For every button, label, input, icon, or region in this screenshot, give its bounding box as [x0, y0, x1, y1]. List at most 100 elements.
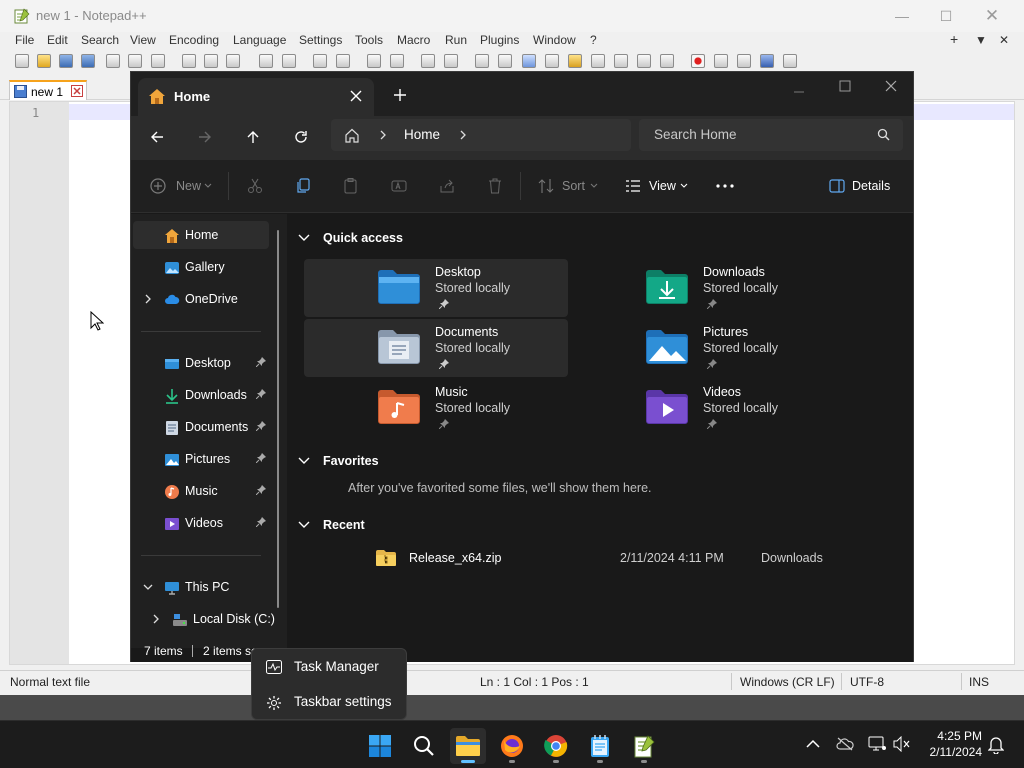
new-tab-plus-icon[interactable]: +: [950, 31, 958, 47]
toolbar-doc-map-icon[interactable]: [568, 54, 582, 68]
search-icon[interactable]: [877, 128, 890, 141]
pin-icon[interactable]: [439, 419, 449, 429]
toolbar-monitor-icon[interactable]: [660, 54, 674, 68]
toolbar-doc-list-icon[interactable]: [591, 54, 605, 68]
menu-language[interactable]: Language: [233, 33, 286, 47]
toolbar-run-macro-multi-icon[interactable]: [760, 54, 774, 68]
toolbar-stop-macro-icon[interactable]: [714, 54, 728, 68]
collapse-chevron-icon[interactable]: [143, 583, 153, 591]
search-box[interactable]: Search Home: [639, 119, 903, 151]
menu-encoding[interactable]: Encoding: [169, 33, 219, 47]
rename-icon[interactable]: [391, 178, 407, 194]
notepadpp-titlebar[interactable]: new 1 - Notepad++ — ☐ ✕: [0, 0, 1024, 32]
taskbar-notepad[interactable]: [582, 728, 618, 764]
pin-icon[interactable]: [439, 299, 449, 309]
menu-help[interactable]: ?: [590, 33, 597, 47]
toolbar-new-icon[interactable]: [15, 54, 29, 68]
quick-access-downloads[interactable]: Downloads Stored locally: [588, 259, 852, 317]
pin-icon[interactable]: [707, 419, 717, 429]
menu-edit[interactable]: Edit: [47, 33, 68, 47]
system-clock[interactable]: 4:25 PM 2/11/2024: [912, 728, 983, 760]
menu-search[interactable]: Search: [81, 33, 119, 47]
menu-file[interactable]: File: [15, 33, 34, 47]
show-hidden-icons-chevron-icon[interactable]: [806, 739, 820, 749]
toolbar-record-macro-icon[interactable]: [691, 54, 705, 68]
pin-icon[interactable]: [256, 517, 266, 527]
share-icon[interactable]: [439, 178, 455, 194]
nav-item-gallery[interactable]: Gallery: [133, 253, 269, 281]
breadcrumb-home[interactable]: Home: [404, 127, 440, 142]
taskbar-notepadpp[interactable]: [626, 728, 662, 764]
toolbar-close-icon[interactable]: [106, 54, 120, 68]
minimize-button[interactable]: [793, 86, 805, 98]
pin-icon[interactable]: [256, 485, 266, 495]
toolbar-open-icon[interactable]: [37, 54, 51, 68]
forward-arrow-icon[interactable]: [191, 125, 219, 149]
nav-scrollbar[interactable]: [277, 230, 279, 608]
tab-list-chevron-icon[interactable]: ▼: [975, 33, 987, 47]
close-button[interactable]: [885, 80, 897, 92]
toolbar-replace-icon[interactable]: [336, 54, 350, 68]
toolbar-func-list-icon[interactable]: [614, 54, 628, 68]
nav-item-videos[interactable]: Videos: [133, 509, 269, 537]
toolbar-udl-icon[interactable]: [545, 54, 559, 68]
toolbar-play-macro-icon[interactable]: [737, 54, 751, 68]
delete-icon[interactable]: [487, 178, 503, 194]
nav-item-home[interactable]: Home: [133, 221, 269, 249]
nav-item-downloads[interactable]: Downloads: [133, 381, 269, 409]
pin-icon[interactable]: [256, 453, 266, 463]
search-button[interactable]: [406, 728, 442, 764]
explorer-titlebar[interactable]: Home: [131, 72, 913, 116]
menu-plugins[interactable]: Plugins: [480, 33, 519, 47]
nav-item-documents[interactable]: Documents: [133, 413, 269, 441]
minimize-button[interactable]: —: [892, 6, 912, 26]
search-input[interactable]: Search Home: [654, 127, 737, 142]
pin-icon[interactable]: [256, 421, 266, 431]
menu-run[interactable]: Run: [445, 33, 467, 47]
nav-item-local-disk[interactable]: Local Disk (C:): [133, 605, 279, 633]
maximize-button[interactable]: ☐: [936, 6, 956, 26]
onedrive-offline-icon[interactable]: [836, 737, 854, 751]
taskbar-file-explorer[interactable]: [450, 728, 486, 764]
toolbar-wrap-icon[interactable]: [475, 54, 489, 68]
pin-icon[interactable]: [439, 359, 449, 369]
tab-new-1[interactable]: new 1: [9, 80, 87, 100]
address-bar[interactable]: Home: [331, 119, 631, 151]
toolbar-zoom-in-icon[interactable]: [367, 54, 381, 68]
toolbar-cut-icon[interactable]: [182, 54, 196, 68]
pin-icon[interactable]: [707, 359, 717, 369]
menu-item-task-manager[interactable]: Task Manager: [252, 650, 408, 684]
pin-icon[interactable]: [707, 299, 717, 309]
taskbar-firefox[interactable]: [494, 728, 530, 764]
nav-item-onedrive[interactable]: OneDrive: [133, 285, 269, 313]
menu-settings[interactable]: Settings: [299, 33, 342, 47]
toolbar-save-icon[interactable]: [59, 54, 73, 68]
quick-access-videos[interactable]: Videos Stored locally: [588, 379, 852, 437]
start-button[interactable]: [362, 728, 398, 764]
paste-icon[interactable]: [343, 178, 359, 194]
nav-item-pictures[interactable]: Pictures: [133, 445, 269, 473]
toolbar-redo-icon[interactable]: [282, 54, 296, 68]
quick-access-music[interactable]: Music Stored locally: [304, 379, 568, 437]
toolbar-sync-h-icon[interactable]: [444, 54, 458, 68]
explorer-tab-home[interactable]: Home: [138, 78, 374, 116]
menu-item-taskbar-settings[interactable]: Taskbar settings: [252, 685, 408, 719]
quick-access-documents[interactable]: Documents Stored locally: [304, 319, 568, 377]
breadcrumb-chevron-icon[interactable]: [459, 130, 467, 140]
toolbar-undo-icon[interactable]: [259, 54, 273, 68]
close-button[interactable]: ✕: [982, 6, 1002, 26]
toolbar-copy-icon[interactable]: [204, 54, 218, 68]
refresh-icon[interactable]: [287, 125, 315, 149]
toolbar-zoom-out-icon[interactable]: [390, 54, 404, 68]
recent-header[interactable]: Recent: [298, 518, 365, 532]
toolbar-folder-ws-icon[interactable]: [637, 54, 651, 68]
menu-window[interactable]: Window: [533, 33, 576, 47]
maximize-button[interactable]: [839, 80, 851, 92]
menu-view[interactable]: View: [130, 33, 156, 47]
menu-tools[interactable]: Tools: [355, 33, 383, 47]
notification-bell-icon[interactable]: [988, 736, 1004, 754]
cut-icon[interactable]: [247, 178, 263, 194]
recent-file-row[interactable]: Release_x64.zip 2/11/2024 4:11 PM Downlo…: [304, 544, 904, 572]
quick-access-desktop[interactable]: Desktop Stored locally: [304, 259, 568, 317]
toolbar-paste-icon[interactable]: [226, 54, 240, 68]
